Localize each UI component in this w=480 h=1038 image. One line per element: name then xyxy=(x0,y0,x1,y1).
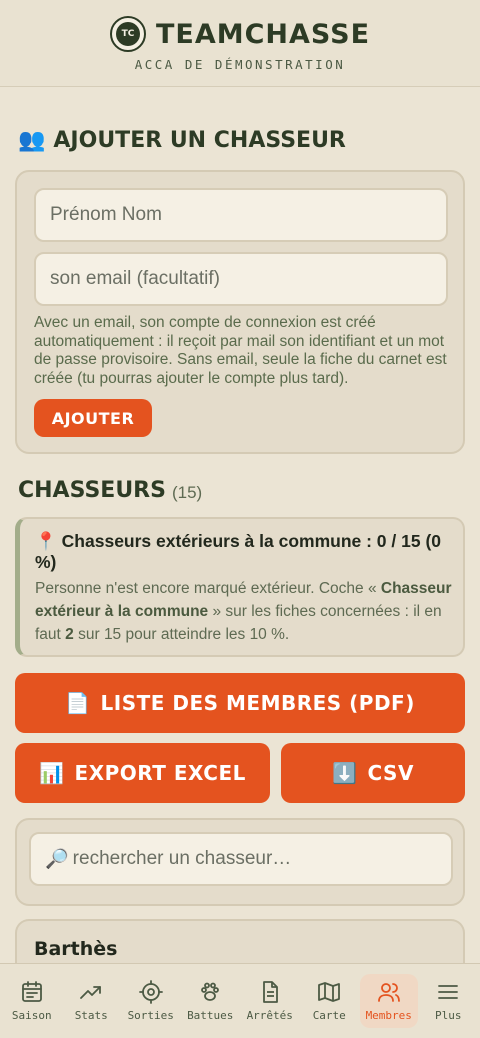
members-pdf-button[interactable]: 📄 LISTE DES MEMBRES (PDF) xyxy=(15,673,465,733)
calendar-icon xyxy=(21,981,42,1002)
email-placeholder: son email (facultatif) xyxy=(50,268,221,289)
exterior-info-body: Personne n'est encore marqué extérieur. … xyxy=(35,577,455,646)
export-excel-label: EXPORT EXCEL xyxy=(74,761,246,785)
map-icon xyxy=(318,982,341,1002)
nav-label: Battues xyxy=(187,1009,234,1022)
add-hunter-title: AJOUTER UN CHASSEUR xyxy=(53,128,346,153)
nav-battues[interactable]: Battues xyxy=(181,974,239,1028)
email-input[interactable]: son email (facultatif) xyxy=(34,252,448,306)
email-hint: Avec un email, son compte de connexion e… xyxy=(34,314,447,387)
add-hunter-heading: 👥 AJOUTER UN CHASSEUR xyxy=(18,128,346,153)
name-input[interactable]: Prénom Nom xyxy=(34,188,448,242)
search-placeholder: rechercher un chasseur… xyxy=(72,848,292,869)
exterior-hunters-info: 📍 Chasseurs extérieurs à la commune : 0 … xyxy=(15,517,465,657)
paw-icon xyxy=(201,982,220,1001)
nav-label: Sorties xyxy=(127,1009,174,1022)
users-emoji-icon: 👥 xyxy=(18,128,46,153)
target-icon xyxy=(138,980,163,1004)
menu-icon xyxy=(438,985,459,999)
export-excel-button[interactable]: 📊 EXPORT EXCEL xyxy=(15,743,270,803)
nav-label: Stats xyxy=(74,1009,108,1022)
brand[interactable]: TC TEAMCHASSE xyxy=(0,16,480,52)
logo-text: TC xyxy=(115,22,140,46)
nav-label: Plus xyxy=(435,1009,462,1022)
name-placeholder: Prénom Nom xyxy=(50,204,162,225)
members-pdf-label: LISTE DES MEMBRES (PDF) xyxy=(100,691,415,715)
nav-stats[interactable]: Stats xyxy=(62,974,120,1028)
nav-plus[interactable]: Plus xyxy=(419,974,477,1028)
info-body-part: Personne n'est encore marqué extérieur. … xyxy=(35,580,381,597)
app-header: TC TEAMCHASSE ACCA DE DÉMONSTRATION xyxy=(0,0,480,87)
document-emoji-icon: 📄 xyxy=(65,691,91,715)
nav-label: Saison xyxy=(11,1009,52,1022)
search-input[interactable]: 🔎 rechercher un chasseur… xyxy=(29,832,453,886)
nav-sorties[interactable]: Sorties xyxy=(122,974,180,1028)
nav-arretes[interactable]: Arrêtés xyxy=(241,974,299,1028)
nav-label: Arrêtés xyxy=(246,1009,293,1022)
nav-carte[interactable]: Carte xyxy=(300,974,358,1028)
add-button[interactable]: AJOUTER xyxy=(34,399,152,437)
nav-label: Membres xyxy=(365,1009,412,1022)
export-csv-button[interactable]: ⬇️ CSV xyxy=(281,743,465,803)
search-card: 🔎 rechercher un chasseur… xyxy=(15,818,465,906)
app-title: TEAMCHASSE xyxy=(155,18,371,50)
hunters-count: (15) xyxy=(171,482,203,502)
chart-emoji-icon: 📊 xyxy=(39,761,65,785)
bottom-nav: Saison Stats Sorties Battues Arrêtés Car… xyxy=(0,963,480,1038)
search-icon: 🔎 xyxy=(45,849,69,870)
logo: TC xyxy=(109,16,146,52)
users-icon xyxy=(377,983,400,1002)
nav-saison[interactable]: Saison xyxy=(3,974,61,1028)
exterior-info-title: 📍 Chasseurs extérieurs à la commune : 0 … xyxy=(35,531,455,573)
nav-label: Carte xyxy=(312,1009,346,1022)
nav-membres[interactable]: Membres xyxy=(359,974,418,1028)
pin-icon: 📍 xyxy=(35,531,57,551)
hunter-name: Barthès xyxy=(34,938,118,960)
trending-up-icon xyxy=(80,986,102,999)
info-body-bold: 2 xyxy=(65,626,74,643)
hunters-title: CHASSEURS xyxy=(18,478,166,503)
add-hunter-card: Prénom Nom son email (facultatif) Avec u… xyxy=(15,170,465,454)
exterior-info-text: Chasseurs extérieurs à la commune : 0 / … xyxy=(35,531,442,572)
info-body-part: sur 15 pour atteindre les 10 %. xyxy=(73,626,290,643)
download-emoji-icon: ⬇️ xyxy=(332,761,358,785)
export-csv-label: CSV xyxy=(367,761,414,785)
document-icon xyxy=(262,981,278,1003)
hunters-heading: CHASSEURS (15) xyxy=(18,478,202,503)
app-subtitle: ACCA DE DÉMONSTRATION xyxy=(134,57,346,72)
